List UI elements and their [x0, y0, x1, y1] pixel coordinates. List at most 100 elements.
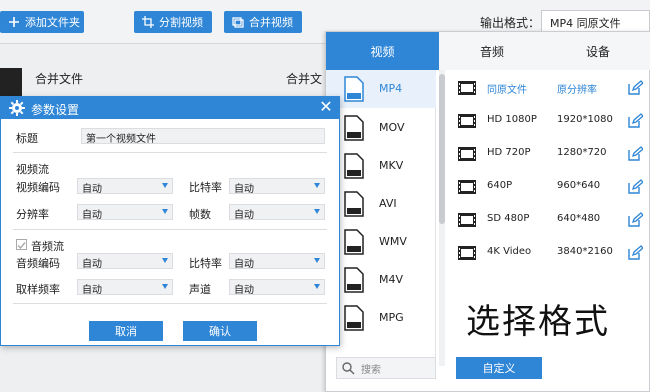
settings-dialog: 参数设置 ✕ 标题 第一个视频文件 视频流 视频编码 自动 比特率 自动 分辨率…: [0, 96, 340, 346]
search-placeholder: 搜索: [361, 365, 381, 376]
close-icon[interactable]: ✕: [317, 98, 335, 116]
dialog-header: 参数设置 ✕: [1, 97, 339, 119]
title-label: 标题: [16, 132, 38, 145]
bitrate-value: 自动: [234, 184, 254, 195]
tab-audio[interactable]: 音频: [439, 32, 545, 70]
divider: [13, 152, 327, 153]
bitrate-select[interactable]: 自动: [229, 178, 325, 195]
merge-icon: [232, 16, 244, 28]
resolution-row-640p[interactable]: 640P 960*640: [451, 171, 646, 203]
format-name: MP4: [379, 82, 403, 95]
format-item-mkv[interactable]: MKV: [326, 147, 436, 185]
resolution-row-1080p[interactable]: HD 1080P 1920*1080: [451, 105, 646, 137]
resolution-name: HD 1080P: [487, 114, 537, 125]
format-name: MKV: [379, 159, 404, 172]
dropdown-arrow-icon: [162, 209, 168, 214]
resolution-name: 同原文件: [487, 85, 527, 96]
format-item-mov[interactable]: MOV: [326, 109, 436, 147]
plus-icon: [8, 16, 20, 28]
film-icon: [457, 146, 477, 162]
resolution-dim: 1280*720: [557, 147, 607, 158]
format-name: WMV: [379, 235, 407, 248]
video-codec-select[interactable]: 自动: [77, 178, 173, 195]
tab-video[interactable]: 视频: [326, 32, 439, 70]
audio-bitrate-select[interactable]: 自动: [229, 253, 325, 270]
video-codec-value: 自动: [82, 184, 102, 195]
merge-video-button[interactable]: 合并视频: [224, 11, 302, 33]
add-folder-label: 添加文件夹: [25, 16, 80, 29]
format-item-mpg[interactable]: MPG: [326, 299, 436, 337]
fps-label: 帧数: [189, 208, 211, 221]
dropdown-arrow-icon: [162, 258, 168, 263]
fps-select[interactable]: 自动: [229, 204, 325, 221]
title-input[interactable]: 第一个视频文件: [81, 128, 325, 145]
dropdown-arrow-icon: [314, 209, 320, 214]
resolution-name: 640P: [487, 180, 513, 191]
resolution-select[interactable]: 自动: [77, 204, 173, 221]
resolution-dim: 原分辨率: [557, 85, 597, 96]
tab-device[interactable]: 设备: [545, 32, 650, 70]
format-name: MPG: [379, 311, 404, 324]
split-video-label: 分割视频: [159, 16, 203, 29]
file-icon: [344, 115, 364, 141]
resolution-dim: 3840*2160: [557, 246, 613, 257]
edit-icon[interactable]: [627, 212, 644, 228]
format-name: M4V: [379, 273, 404, 286]
edit-icon[interactable]: [627, 113, 644, 129]
file-icon: [344, 229, 364, 255]
resolution-row-4k[interactable]: 4K Video 3840*2160: [451, 237, 646, 269]
resolution-row-original[interactable]: 同原文件 原分辨率: [451, 72, 646, 104]
audio-section-label: 音频流: [31, 240, 64, 253]
resolution-row-720p[interactable]: HD 720P 1280*720: [451, 138, 646, 170]
audio-checkbox[interactable]: [16, 239, 27, 250]
file-icon: [344, 153, 364, 179]
format-list: MP4 MOV MKV AVI WMV M4V MPG: [326, 70, 436, 366]
audio-bitrate-value: 自动: [234, 259, 254, 270]
output-format-select[interactable]: MP4 同原文件: [541, 10, 650, 32]
file-icon: [344, 267, 364, 293]
edit-icon[interactable]: [627, 146, 644, 162]
format-item-avi[interactable]: AVI: [326, 185, 436, 223]
file-icon: [344, 191, 364, 217]
audio-codec-select[interactable]: 自动: [77, 253, 173, 270]
custom-button[interactable]: 自定义: [456, 357, 542, 379]
format-item-wmv[interactable]: WMV: [326, 223, 436, 261]
resolution-dim: 960*640: [557, 180, 601, 191]
file-icon: [344, 305, 364, 331]
channel-value: 自动: [234, 285, 254, 296]
scrollbar-thumb[interactable]: [439, 74, 445, 224]
dropdown-arrow-icon: [314, 183, 320, 188]
resolution-name: HD 720P: [487, 147, 531, 158]
format-item-mp4[interactable]: MP4: [326, 70, 436, 108]
confirm-button[interactable]: 确认: [183, 321, 257, 341]
add-folder-button[interactable]: 添加文件夹: [0, 11, 84, 33]
divider: [13, 303, 327, 304]
resolution-value: 自动: [82, 210, 102, 221]
video-codec-label: 视频编码: [16, 181, 60, 194]
film-icon: [457, 212, 477, 228]
divider: [13, 229, 327, 230]
resolution-name: SD 480P: [487, 213, 530, 224]
video-thumbnail[interactable]: [0, 68, 22, 96]
format-search-input[interactable]: 搜索: [336, 357, 436, 379]
format-item-m4v[interactable]: M4V: [326, 261, 436, 299]
edit-icon[interactable]: [627, 80, 644, 96]
dropdown-arrow-icon: [162, 284, 168, 289]
output-format-label: 输出格式：: [480, 16, 541, 30]
channel-select[interactable]: 自动: [229, 279, 325, 296]
sample-rate-select[interactable]: 自动: [77, 279, 173, 296]
bitrate-label: 比特率: [189, 181, 222, 194]
resolution-row-480p[interactable]: SD 480P 640*480: [451, 204, 646, 236]
cancel-button[interactable]: 取消: [89, 321, 163, 341]
search-icon: [341, 361, 355, 375]
film-icon: [457, 179, 477, 195]
edit-icon[interactable]: [627, 179, 644, 195]
merge-video-label: 合并视频: [249, 16, 293, 29]
dropdown-arrow-icon: [314, 284, 320, 289]
split-video-button[interactable]: 分割视频: [134, 11, 212, 33]
format-name: MOV: [379, 121, 405, 134]
merge-file-label-2: 合并文: [286, 72, 323, 86]
edit-icon[interactable]: [627, 245, 644, 261]
crop-icon: [142, 16, 154, 28]
audio-bitrate-label: 比特率: [189, 257, 222, 270]
